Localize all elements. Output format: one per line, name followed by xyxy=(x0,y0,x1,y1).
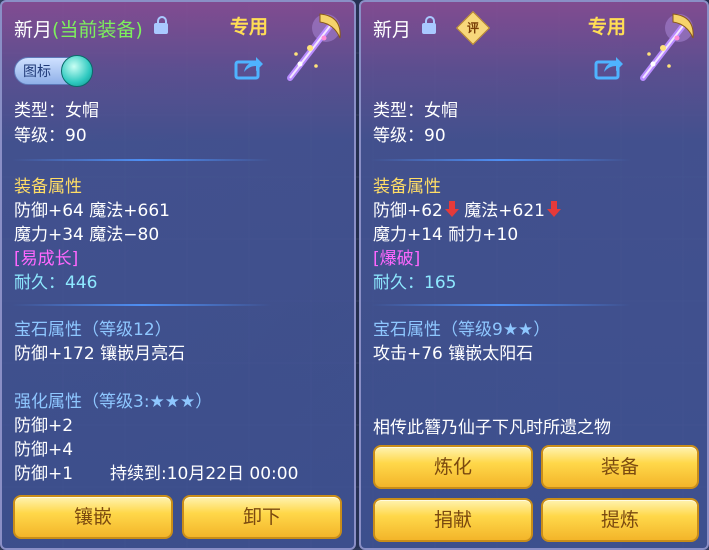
exclusive-label: 专用 xyxy=(230,16,269,38)
durability: 耐久：446 xyxy=(14,273,98,293)
divider xyxy=(12,304,272,306)
rating-badge-icon[interactable]: 评 xyxy=(456,11,490,45)
strength-line-2: 防御+4 xyxy=(14,440,74,460)
divider xyxy=(371,304,631,306)
down-arrow-icon xyxy=(444,201,459,217)
durability: 耐久：165 xyxy=(373,273,457,293)
type-line: 类型：女帽 xyxy=(373,101,458,121)
lock-icon[interactable] xyxy=(422,16,437,35)
divider xyxy=(371,159,631,161)
extract-button[interactable]: 提炼 xyxy=(541,498,699,542)
type-line: 类型：女帽 xyxy=(14,101,99,121)
divider xyxy=(12,159,272,161)
attr-title: 装备属性 xyxy=(14,177,82,197)
attr-line-1: 防御+64 魔法+661 xyxy=(14,201,170,221)
share-icon[interactable] xyxy=(234,54,264,80)
special-tag: [易成长] xyxy=(14,249,79,269)
item-name-text: 新月 xyxy=(373,19,412,41)
level-line: 等级：90 xyxy=(373,126,446,146)
expire-text: 持续到:10月22日 00:00 xyxy=(110,464,299,484)
attr-magic: 魔法+621 xyxy=(464,201,545,221)
current-equipment-panel: 新月(当前装备) 专用 图标 类型：女帽 等级：90 装备属性 防御+64 魔法… xyxy=(0,0,356,550)
rating-badge-label: 评 xyxy=(466,21,479,35)
attr-line-2: 魔力+34 魔法−80 xyxy=(14,225,160,245)
gem-title: 宝石属性（等级9★★） xyxy=(373,320,551,340)
equipped-tag: (当前装备) xyxy=(52,19,143,41)
toggle-knob xyxy=(61,55,93,87)
attr-line-2: 魔力+14 耐力+10 xyxy=(373,225,519,245)
down-arrow-icon xyxy=(547,201,561,217)
hairpin-weapon-icon xyxy=(640,13,694,81)
compare-equipment-panel: 新月 评 专用 类型：女帽 等级：90 装备属性 防御+62 魔法+621 魔力… xyxy=(359,0,709,550)
lock-icon[interactable] xyxy=(153,16,168,35)
gem-title: 宝石属性（等级12） xyxy=(14,320,172,340)
item-description: 相传此簪乃仙子下凡时所遗之物 xyxy=(373,418,611,438)
attr-line-1: 防御+62 魔法+621 xyxy=(373,200,561,222)
inlay-button[interactable]: 镶嵌 xyxy=(13,495,173,539)
share-icon[interactable] xyxy=(594,54,624,80)
donate-button[interactable]: 捐献 xyxy=(373,498,533,542)
icon-toggle[interactable]: 图标 xyxy=(14,55,93,87)
strength-title: 强化属性（等级3:★★★） xyxy=(14,392,213,412)
exclusive-label: 专用 xyxy=(588,16,627,38)
gem-line: 防御+172 镶嵌月亮石 xyxy=(14,344,186,364)
strength-line-1: 防御+2 xyxy=(14,416,74,436)
item-name: 新月(当前装备) xyxy=(14,15,168,42)
item-name: 新月 xyxy=(373,15,437,42)
item-name-text: 新月 xyxy=(14,19,53,41)
icon-toggle-label: 图标 xyxy=(23,64,51,80)
strength-line-3: 防御+1 xyxy=(14,464,74,484)
unequip-button[interactable]: 卸下 xyxy=(182,495,342,539)
special-tag: [爆破] xyxy=(373,249,421,269)
gem-line: 攻击+76 镶嵌太阳石 xyxy=(373,344,534,364)
attr-defense: 防御+62 xyxy=(373,201,443,221)
refine-button[interactable]: 炼化 xyxy=(373,445,533,489)
attr-title: 装备属性 xyxy=(373,177,441,197)
equip-button[interactable]: 装备 xyxy=(541,445,699,489)
hairpin-weapon-icon xyxy=(287,13,341,81)
level-line: 等级：90 xyxy=(14,126,87,146)
